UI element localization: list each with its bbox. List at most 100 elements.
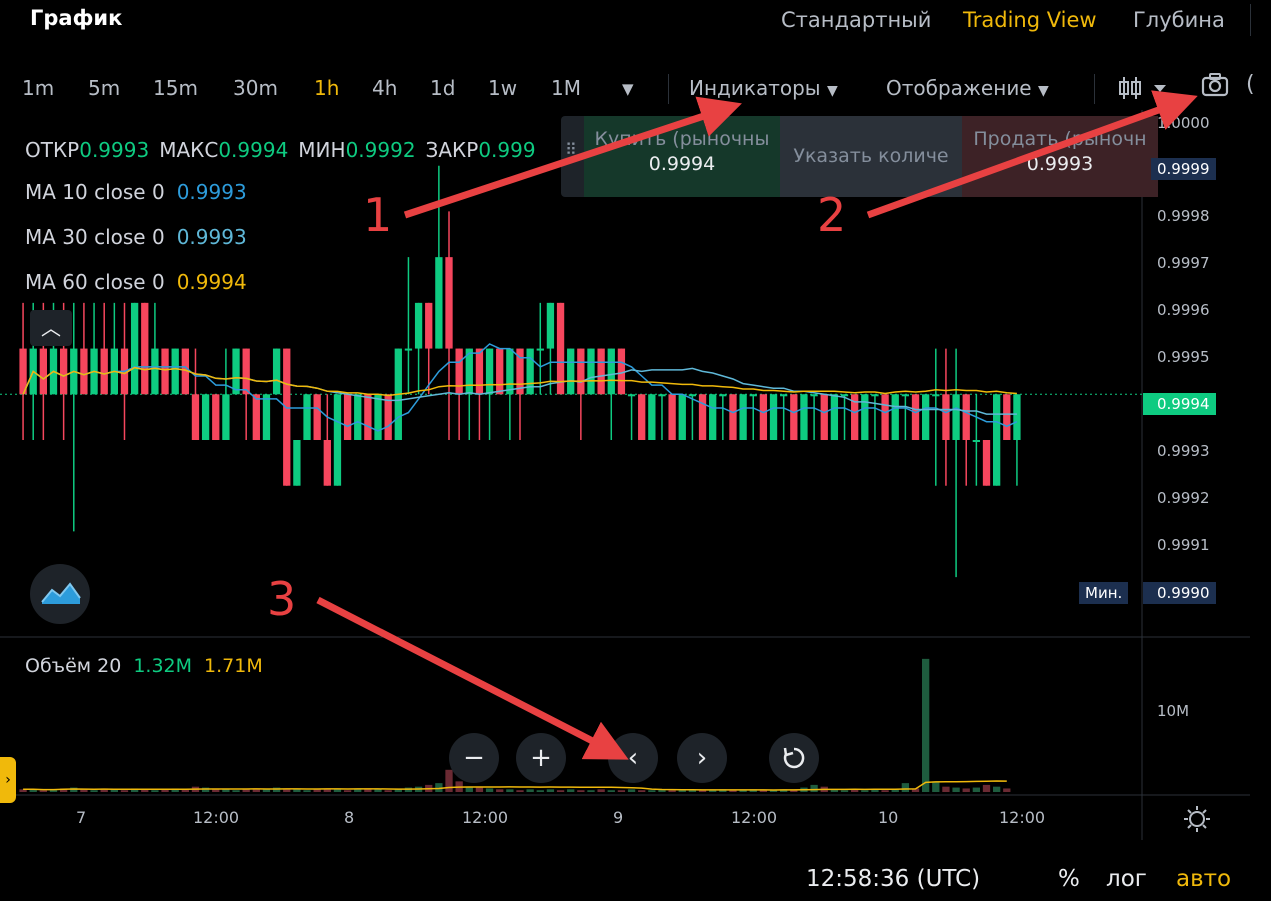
percent-scale-toggle[interactable]: % bbox=[1058, 866, 1080, 892]
volume-bar bbox=[617, 790, 626, 792]
current-price-tag: 0.9994 bbox=[1143, 393, 1216, 415]
sell-price: 0.9993 bbox=[1026, 153, 1094, 175]
candle-body bbox=[242, 348, 250, 395]
volume-bar bbox=[475, 787, 484, 792]
volume-bar bbox=[648, 790, 656, 792]
volume-bar bbox=[506, 789, 514, 792]
chevron-up-icon: ︿ bbox=[41, 316, 61, 340]
volume-bar bbox=[90, 790, 98, 792]
ma30-legend: MA 30 close 0 0.9993 bbox=[25, 225, 247, 249]
price-axis-label: 0.9991 bbox=[1157, 536, 1210, 554]
candle-body bbox=[414, 302, 423, 349]
drag-handle-icon[interactable]: ⠿ bbox=[565, 140, 577, 159]
volume-bar bbox=[952, 787, 960, 792]
candle-body bbox=[769, 394, 778, 440]
scroll-right-button[interactable]: › bbox=[677, 733, 727, 783]
volume-bar bbox=[485, 788, 494, 792]
buy-label: Купить (рыночны bbox=[594, 128, 770, 150]
candle-body bbox=[506, 348, 514, 395]
candle-body bbox=[293, 440, 301, 486]
candle-body bbox=[313, 394, 321, 440]
volume-bar bbox=[39, 790, 48, 792]
ma10-label: MA 10 close 0 bbox=[25, 180, 165, 204]
annotation-number-2: 2 bbox=[817, 188, 847, 242]
candle-body bbox=[546, 302, 555, 349]
candle-body bbox=[262, 394, 271, 440]
volume-bar bbox=[962, 788, 970, 792]
candle-body bbox=[719, 394, 727, 397]
min-label: Мин. bbox=[1079, 582, 1129, 604]
candle-body bbox=[810, 394, 818, 397]
quantity-input[interactable]: Указать количе bbox=[780, 116, 962, 197]
volume-bar bbox=[445, 769, 453, 792]
candle-body bbox=[404, 348, 413, 351]
candle-body bbox=[171, 348, 179, 395]
ma30-value: 0.9993 bbox=[176, 225, 247, 249]
ohlc-open-value: 0.9993 bbox=[79, 138, 150, 162]
candle-body bbox=[435, 257, 443, 349]
candle-body bbox=[800, 394, 808, 440]
zoom-in-button[interactable]: + bbox=[516, 733, 566, 783]
candle-body bbox=[151, 348, 159, 395]
side-panel-toggle[interactable]: › bbox=[0, 757, 16, 803]
buy-price: 0.9994 bbox=[648, 153, 716, 175]
candle-body bbox=[354, 394, 362, 440]
auto-scale-toggle[interactable]: авто bbox=[1176, 866, 1231, 892]
volume-bar bbox=[992, 786, 1001, 792]
reset-icon bbox=[783, 747, 805, 769]
candle-body bbox=[130, 302, 139, 395]
volume-bar bbox=[546, 789, 555, 792]
candle-body bbox=[911, 394, 920, 440]
candle-body bbox=[597, 348, 605, 395]
volume-bar bbox=[303, 790, 311, 792]
chart-settings-button[interactable] bbox=[1182, 804, 1212, 838]
log-scale-toggle[interactable]: лог bbox=[1106, 866, 1147, 892]
price-axis-label: 0.9992 bbox=[1157, 489, 1210, 507]
candle-body bbox=[658, 394, 666, 397]
candle-body bbox=[272, 348, 281, 395]
scroll-left-button[interactable]: ‹ bbox=[608, 733, 658, 783]
candle-body bbox=[364, 394, 372, 440]
volume-bar bbox=[982, 784, 991, 792]
volume-bar bbox=[374, 789, 382, 792]
zoom-out-button[interactable]: − bbox=[449, 733, 499, 783]
annotation-number-3: 3 bbox=[267, 572, 297, 626]
candle-body bbox=[891, 394, 899, 440]
price-axis-label: 0.9998 bbox=[1157, 207, 1210, 225]
candle-body bbox=[475, 348, 484, 395]
time-axis-label: 8 bbox=[344, 808, 355, 827]
volume-value-1: 1.32M bbox=[133, 655, 193, 677]
candle-body bbox=[374, 394, 382, 440]
volume-bar bbox=[384, 790, 392, 792]
volume-bar bbox=[881, 790, 889, 792]
candle-body bbox=[668, 394, 676, 440]
ma10-legend: MA 10 close 0 0.9993 bbox=[25, 180, 247, 204]
sell-market-button[interactable]: Продать (рыночн 0.9993 bbox=[962, 116, 1158, 197]
volume-bar bbox=[607, 790, 615, 792]
volume-bar bbox=[942, 786, 950, 792]
candle-body bbox=[861, 394, 869, 440]
candle-body bbox=[425, 302, 433, 349]
candle-body bbox=[587, 348, 595, 395]
candle-body bbox=[962, 394, 970, 440]
candle-body bbox=[496, 348, 504, 395]
candle-body bbox=[191, 394, 200, 440]
candle-body bbox=[1013, 394, 1021, 440]
candle-body bbox=[739, 394, 747, 440]
reset-chart-button[interactable] bbox=[769, 733, 819, 783]
candle-body bbox=[830, 394, 839, 440]
volume-bar bbox=[840, 790, 849, 792]
volume-bar bbox=[201, 787, 210, 792]
buy-market-button[interactable]: Купить (рыночны 0.9994 bbox=[584, 116, 780, 197]
candle-body bbox=[141, 302, 149, 395]
candle-body bbox=[932, 394, 940, 397]
ohlc-open-label: ОТКР bbox=[25, 138, 80, 162]
candle-body bbox=[881, 394, 889, 440]
ma10-value: 0.9993 bbox=[176, 180, 247, 204]
collapse-legend-button[interactable]: ︿ bbox=[30, 310, 72, 346]
time-axis-label: 12:00 bbox=[731, 808, 778, 827]
time-axis-label: 7 bbox=[76, 808, 87, 827]
volume-bar bbox=[516, 790, 524, 792]
min-price-tag: 0.9990 bbox=[1143, 582, 1216, 604]
candle-body bbox=[648, 394, 656, 440]
